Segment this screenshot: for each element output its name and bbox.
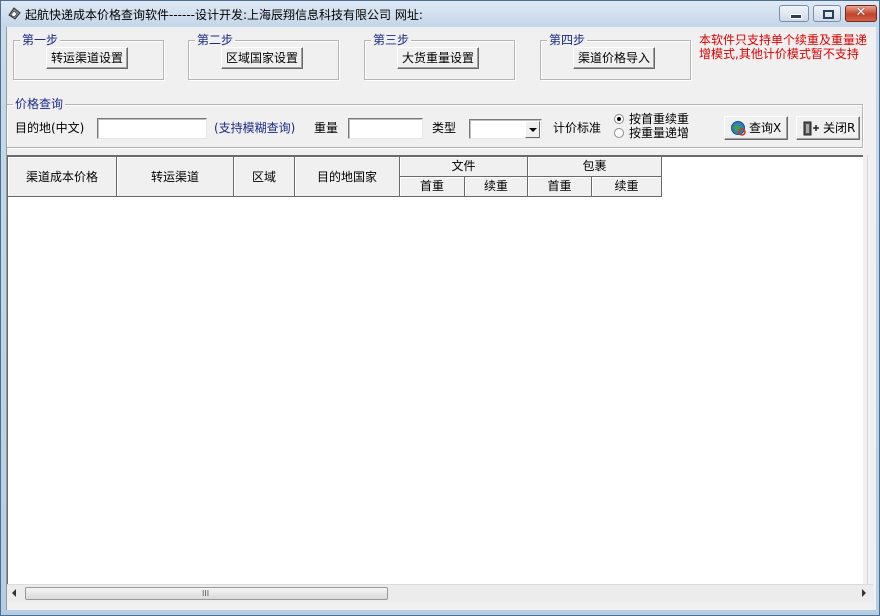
- app-window: 起航快递成本价格查询软件------设计开发:上海辰翔信息科技有限公司 网址: …: [0, 0, 880, 616]
- column-header-document-additional-weight[interactable]: 续重: [465, 177, 528, 197]
- chevron-down-icon[interactable]: [525, 121, 540, 138]
- grip-icon: III: [202, 589, 210, 598]
- channel-setup-button[interactable]: 转运渠道设置: [46, 47, 128, 69]
- column-header-transit-channel[interactable]: 转运渠道: [117, 157, 234, 197]
- app-icon: [8, 7, 21, 20]
- price-query-label: 价格查询: [13, 97, 66, 111]
- region-country-setup-button[interactable]: 区域国家设置: [221, 47, 303, 69]
- column-header-document-first-weight[interactable]: 首重: [400, 177, 465, 197]
- destination-label: 目的地(中文): [15, 121, 85, 135]
- step-2-group: 第二步 区域国家设置: [188, 33, 339, 80]
- bulk-weight-setup-button[interactable]: 大货重量设置: [397, 47, 479, 69]
- exit-door-icon: [803, 121, 819, 136]
- price-table[interactable]: 渠道成本价格 转运渠道 区域 目的地国家 文件 包裹 首重 续重 首重 续重: [7, 155, 863, 586]
- radio-first-additional-weight-label[interactable]: 按首重续重: [629, 112, 689, 126]
- maximize-button[interactable]: [813, 5, 841, 22]
- pricing-standard-label: 计价标准: [553, 121, 602, 135]
- scroll-right-icon[interactable]: [862, 589, 866, 597]
- fuzzy-search-hint: (支持模糊查询): [214, 121, 296, 135]
- step-1-label: 第一步: [20, 33, 61, 47]
- horizontal-scrollbar[interactable]: III: [7, 584, 873, 602]
- close-button[interactable]: 关闭R: [796, 116, 860, 140]
- maximize-icon: [823, 10, 834, 19]
- weight-label: 重量: [314, 121, 339, 135]
- type-label: 类型: [432, 121, 457, 135]
- scrollbar-thumb[interactable]: III: [25, 587, 388, 600]
- scroll-left-icon[interactable]: [12, 589, 16, 597]
- close-icon: ✕: [855, 5, 867, 20]
- destination-input[interactable]: [97, 118, 207, 139]
- grid-right-border: [867, 155, 868, 584]
- column-header-destination-country[interactable]: 目的地国家: [295, 157, 400, 197]
- radio-weight-increment-label[interactable]: 按重量递增: [629, 126, 689, 140]
- column-header-region[interactable]: 区域: [234, 157, 295, 197]
- step-4-group: 第四步 渠道价格导入: [540, 33, 691, 80]
- step-4-label: 第四步: [547, 33, 588, 47]
- step-2-label: 第二步: [195, 33, 236, 47]
- channel-price-import-button[interactable]: 渠道价格导入: [573, 47, 655, 69]
- query-button-label: 查询X: [749, 121, 782, 135]
- type-select[interactable]: [469, 119, 542, 139]
- window-title: 起航快递成本价格查询软件------设计开发:上海辰翔信息科技有限公司 网址:: [25, 8, 423, 22]
- title-bar: 起航快递成本价格查询软件------设计开发:上海辰翔信息科技有限公司 网址: …: [1, 1, 879, 27]
- weight-input[interactable]: [348, 118, 423, 139]
- minimize-icon: [790, 14, 802, 19]
- step-1-group: 第一步 转运渠道设置: [13, 33, 164, 80]
- query-button[interactable]: 查询X: [724, 116, 788, 140]
- column-group-document[interactable]: 文件: [400, 157, 528, 177]
- support-notice: 本软件只支持单个续重及重量递增模式,其他计价模式暂不支持: [699, 33, 868, 61]
- close-button-label: 关闭R: [823, 121, 856, 135]
- client-area: 第一步 转运渠道设置 第二步 区域国家设置 第三步 大货重量设置 第四步 渠道价…: [6, 27, 876, 610]
- close-window-button[interactable]: ✕: [845, 5, 877, 22]
- step-3-group: 第三步 大货重量设置: [364, 33, 515, 80]
- column-group-parcel[interactable]: 包裹: [528, 157, 662, 177]
- column-header-channel-cost[interactable]: 渠道成本价格: [8, 157, 117, 197]
- minimize-button[interactable]: [779, 5, 809, 22]
- radio-weight-increment[interactable]: [614, 128, 624, 138]
- column-header-parcel-first-weight[interactable]: 首重: [528, 177, 592, 197]
- step-3-label: 第三步: [371, 33, 412, 47]
- radio-first-additional-weight[interactable]: [614, 114, 624, 124]
- column-header-parcel-additional-weight[interactable]: 续重: [592, 177, 662, 197]
- globe-search-icon: [731, 121, 746, 136]
